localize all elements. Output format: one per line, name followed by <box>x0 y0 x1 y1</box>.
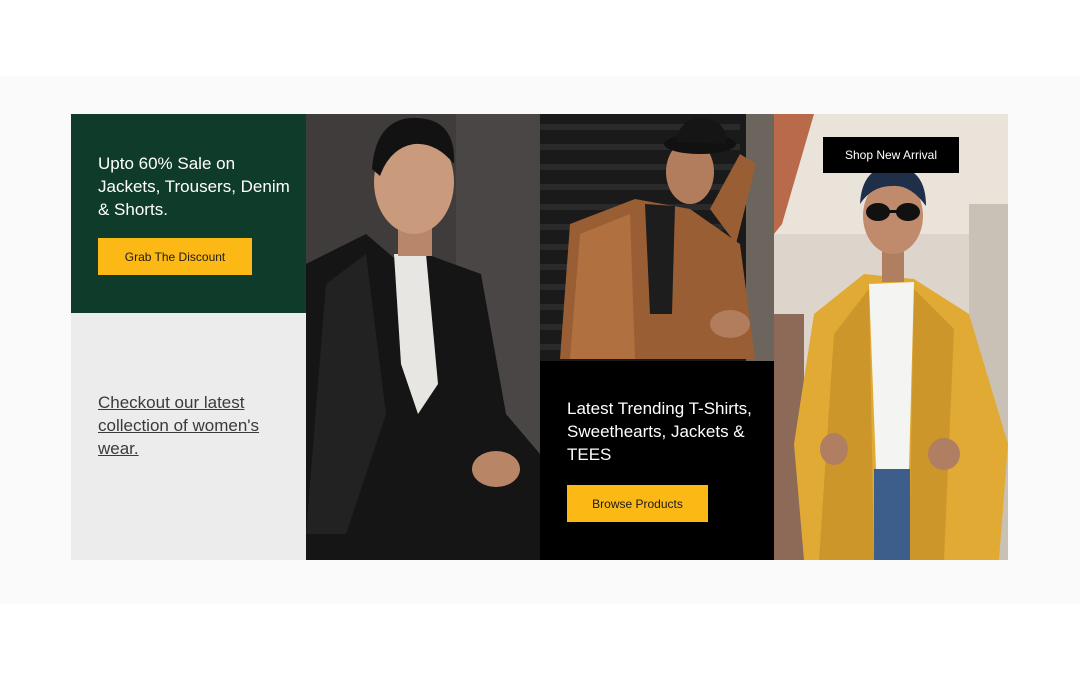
womens-collection-card: Checkout our latest collection of women'… <box>71 313 306 560</box>
promo-grid: Upto 60% Sale on Jackets, Trousers, Deni… <box>71 114 1008 560</box>
trending-headline: Latest Trending T-Shirts, Sweethearts, J… <box>567 399 752 464</box>
sale-promo-card: Upto 60% Sale on Jackets, Trousers, Deni… <box>71 114 306 313</box>
yellow-coat-photo: Shop New Arrival <box>774 114 1008 560</box>
sale-headline: Upto 60% Sale on Jackets, Trousers, Deni… <box>98 154 290 219</box>
grab-discount-button[interactable]: Grab The Discount <box>98 238 252 275</box>
checked-blazer-photo <box>540 114 774 361</box>
browse-products-button[interactable]: Browse Products <box>567 485 708 522</box>
leather-jacket-photo <box>306 114 540 560</box>
womens-collection-link[interactable]: Checkout our latest collection of women'… <box>98 391 293 460</box>
trending-promo-card: Latest Trending T-Shirts, Sweethearts, J… <box>540 361 774 560</box>
shop-new-arrival-button[interactable]: Shop New Arrival <box>823 137 959 173</box>
